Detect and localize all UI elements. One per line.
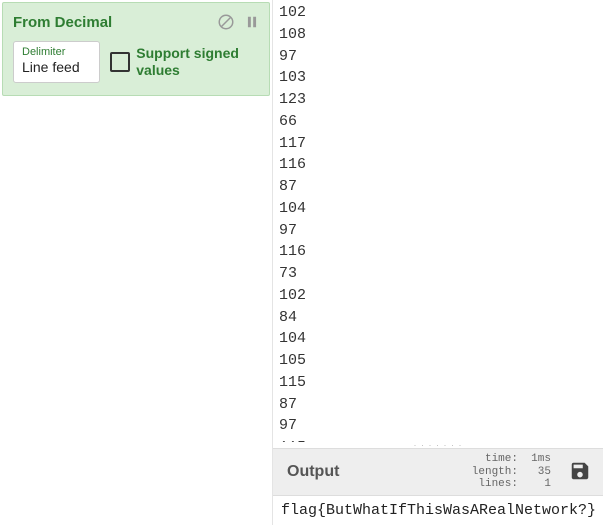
input-line: 97: [279, 46, 597, 68]
pause-icon[interactable]: [245, 15, 259, 29]
input-line: 87: [279, 176, 597, 198]
input-line: 105: [279, 350, 597, 372]
operation-title: From Decimal: [13, 14, 112, 31]
input-line: 115: [279, 372, 597, 394]
input-line: 87: [279, 394, 597, 416]
delimiter-select[interactable]: Delimiter Line feed: [13, 41, 100, 83]
input-line: 102: [279, 285, 597, 307]
output-text[interactable]: flag{ButWhatIfThisWasARealNetwork?}: [273, 496, 603, 525]
input-line: 117: [279, 133, 597, 155]
input-line: 84: [279, 307, 597, 329]
save-icon[interactable]: [569, 460, 591, 485]
input-line: 102: [279, 2, 597, 24]
input-line: 123: [279, 89, 597, 111]
delimiter-value: Line feed: [22, 59, 91, 76]
output-header: Output time: 1ms length: 35 lines: 1: [273, 448, 603, 496]
operation-body: Delimiter Line feed Support signed value…: [13, 41, 259, 83]
input-line: 103: [279, 67, 597, 89]
input-line: 115: [279, 437, 597, 442]
signed-option[interactable]: Support signed values: [110, 45, 259, 79]
operation-header: From Decimal: [13, 13, 259, 31]
input-line: 97: [279, 220, 597, 242]
input-line: 104: [279, 328, 597, 350]
output-title: Output: [287, 463, 339, 481]
recipe-panel: From Decimal Delimiter: [0, 0, 273, 525]
operation-controls: [217, 13, 259, 31]
checkbox-icon[interactable]: [110, 52, 130, 72]
input-line: 66: [279, 111, 597, 133]
delimiter-label: Delimiter: [22, 46, 91, 58]
disable-icon[interactable]: [217, 13, 235, 31]
input-line: 73: [279, 263, 597, 285]
input-line: 116: [279, 241, 597, 263]
input-line: 108: [279, 24, 597, 46]
signed-label: Support signed values: [136, 45, 259, 79]
io-panel: 1021089710312366117116871049711673102841…: [273, 0, 603, 525]
output-stats: time: 1ms length: 35 lines: 1: [465, 453, 551, 491]
input-line: 116: [279, 154, 597, 176]
operation-from-decimal[interactable]: From Decimal Delimiter: [2, 2, 270, 96]
input-line: 97: [279, 415, 597, 437]
input-area[interactable]: 1021089710312366117116871049711673102841…: [273, 0, 603, 442]
input-line: 104: [279, 198, 597, 220]
